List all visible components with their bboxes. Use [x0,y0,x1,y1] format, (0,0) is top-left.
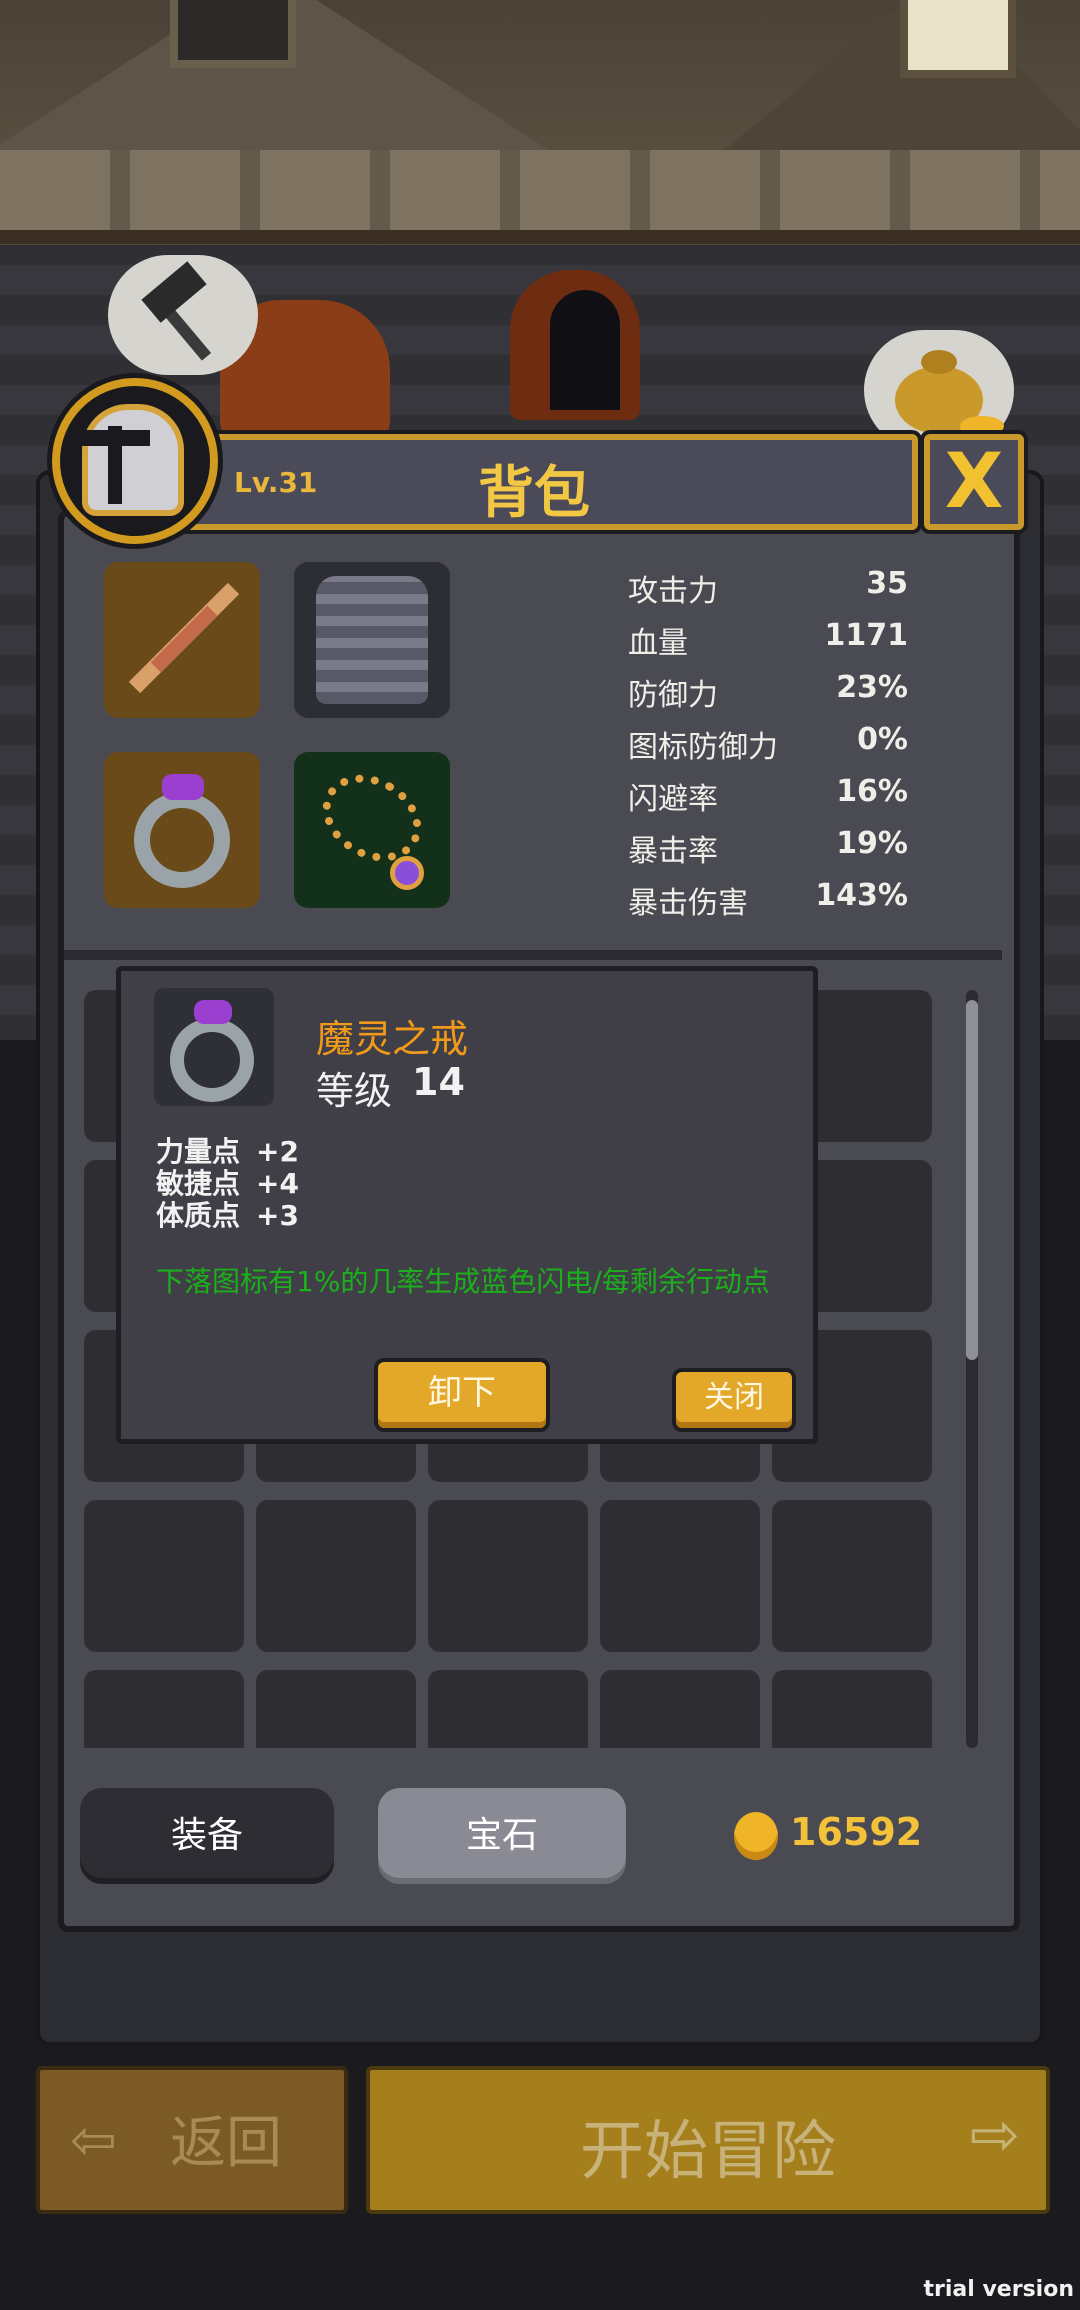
inventory-slot[interactable] [84,1670,244,1748]
equip-slot-necklace[interactable] [294,752,450,908]
back-label: 返回 [170,2111,282,2176]
gold-amount: 16592 [790,1810,923,1854]
stat-row: 防御力 23% [628,670,908,713]
inventory-slot[interactable] [772,1670,932,1748]
start-adventure-button[interactable]: 开始冒险 ⇨ [366,2066,1050,2214]
equip-slot-weapon[interactable] [104,562,260,718]
inventory-slot[interactable] [600,1500,760,1652]
stat-row: 图标防御力 0% [628,722,908,765]
exit-right-icon: ⇨ [969,2100,1020,2170]
stat-row: 攻击力 35 [628,566,908,609]
scrollbar-thumb[interactable] [966,1000,978,1360]
divider [64,950,1002,960]
item-attribute: 敏捷点 +4 [156,1167,299,1200]
item-attribute: 力量点 +2 [156,1135,299,1168]
exit-left-icon: ⇦ [70,2108,117,2173]
inventory-slot[interactable] [600,1670,760,1748]
gold-coin-icon [734,1812,778,1860]
equip-slot-ring[interactable] [104,752,260,908]
inventory-slot[interactable] [772,1500,932,1652]
back-button[interactable]: ⇦ 返回 [36,2066,348,2214]
inventory-slot[interactable] [84,1500,244,1652]
stat-row: 暴击率 19% [628,826,908,869]
close-icon: X [944,436,1004,525]
start-label: 开始冒险 [580,2115,836,2189]
watermark: trial version [923,2277,1074,2302]
money-bag-icon[interactable] [864,330,1014,450]
item-level-label: 等级 [316,1069,393,1113]
page-title: 背包 [478,461,590,526]
unequip-button[interactable]: 卸下 [374,1358,550,1432]
stats-list: 攻击力 35 血量 1171 防御力 23% 图标防御力 0% 闪避率 16% 暴击率 19… [620,560,920,918]
item-effect-text: 下落图标有1%的几率生成蓝色闪电/每剩余行动点 [156,1265,770,1298]
item-attribute: 体质点 +3 [156,1199,299,1232]
item-level-value: 14 [412,1060,465,1104]
inventory-slot[interactable] [428,1500,588,1652]
stat-row: 闪避率 16% [628,774,908,817]
stat-row: 暴击伤害 143% [628,878,908,918]
equip-slot-armor[interactable] [294,562,450,718]
inventory-slot[interactable] [256,1670,416,1748]
title-bar: Lv.31 背包 [150,434,918,530]
ring-icon [154,988,274,1106]
inventory-slot[interactable] [428,1670,588,1748]
stat-row: 血量 1171 [628,618,908,661]
inventory-slot[interactable] [256,1500,416,1652]
item-name: 魔灵之戒 [316,1017,469,1061]
close-button[interactable]: X [924,434,1024,530]
hammer-icon[interactable] [108,255,258,375]
player-avatar[interactable] [52,378,218,544]
tab-equipment[interactable]: 装备 [80,1788,334,1884]
popup-close-button[interactable]: 关闭 [672,1368,796,1432]
tab-gems[interactable]: 宝石 [378,1788,626,1884]
